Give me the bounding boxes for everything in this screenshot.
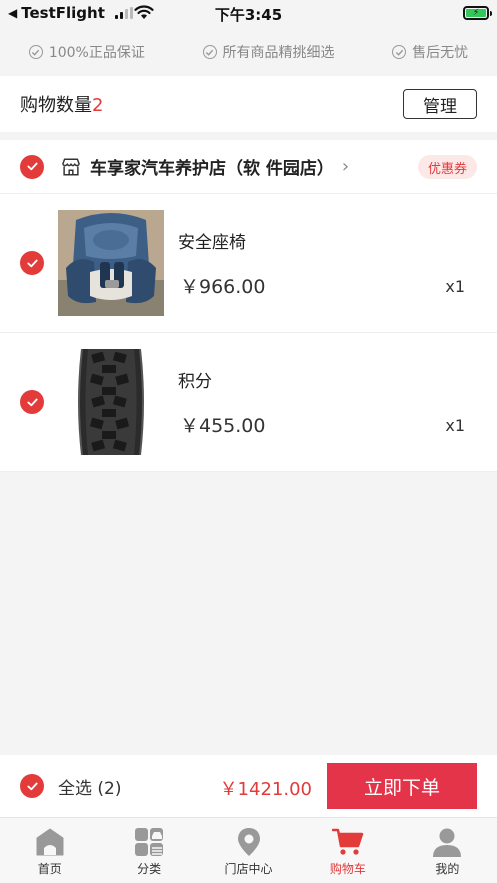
guarantee-label: 100%正品保证 [48, 45, 145, 61]
tab-category[interactable]: 分类 [99, 818, 198, 883]
guarantee-label: 所有商品精挑细选 [222, 45, 335, 61]
check-circle-icon [28, 45, 43, 59]
guarantee-label: 售后无忧 [412, 45, 469, 61]
checkmark-icon [26, 782, 38, 790]
tab-label: 首页 [37, 862, 62, 876]
item-name: 安全座椅 [178, 233, 246, 253]
coupon-button[interactable]: 优惠券 [417, 155, 477, 179]
status-bar: ◀ TestFlight 下午3:45 ⚡ [0, 0, 497, 28]
tab-store-center[interactable]: 门店中心 [199, 818, 298, 883]
place-order-button[interactable]: 立即下单 [327, 763, 477, 809]
store-row[interactable]: 车享家汽车养护店（软 件园店） › 优惠券 [0, 140, 497, 194]
item-quantity: x1 [445, 277, 465, 296]
tab-label: 我的 [435, 862, 460, 876]
guarantee-item: 售后无忧 [392, 42, 468, 62]
item-name: 积分 [178, 372, 212, 392]
tab-label: 分类 [137, 862, 162, 876]
item-info: 积分 ￥455.00 x1 [178, 349, 477, 455]
store-cart-group: 车享家汽车养护店（软 件园店） › 优惠券 安全座椅 ￥966.00 x1 积分… [0, 140, 497, 472]
cart-count: 购物数量2 [20, 91, 103, 117]
tab-bar: 首页 分类 门店中心 购物车 我的 [0, 817, 497, 883]
check-circle-icon [392, 45, 407, 59]
manage-button[interactable]: 管理 [403, 89, 477, 119]
total-price: ￥1421.00 [219, 779, 312, 800]
cart-count-bar: 购物数量2 管理 [0, 76, 497, 132]
store-icon [62, 157, 80, 176]
item-quantity: x1 [445, 416, 465, 435]
location-pin-icon [237, 828, 260, 856]
tab-label: 购物车 [329, 862, 366, 876]
checkout-bar: 全选 (2) ￥1421.00 立即下单 [0, 755, 497, 817]
select-all-label[interactable]: 全选 (2) [58, 774, 121, 799]
car-seat-image[interactable] [58, 210, 164, 316]
cart-item[interactable]: 积分 ￥455.00 x1 [0, 333, 497, 472]
user-icon [433, 828, 462, 857]
category-icon [135, 828, 164, 856]
tire-image[interactable] [58, 349, 164, 455]
store-checkbox[interactable] [20, 154, 44, 179]
item-info: 安全座椅 ￥966.00 x1 [178, 210, 477, 316]
guarantee-strip: 100%正品保证 所有商品精挑细选 售后无忧 [0, 28, 497, 76]
item-price: ￥966.00 [180, 276, 266, 298]
tab-label: 门店中心 [224, 862, 273, 876]
cart-count-label: 购物数量 [20, 95, 92, 116]
tab-home[interactable]: 首页 [0, 818, 99, 883]
cart-icon [331, 828, 364, 855]
checkmark-icon [26, 162, 38, 171]
guarantee-item: 100%正品保证 [28, 42, 145, 62]
tab-cart[interactable]: 购物车 [298, 818, 397, 883]
store-name: 车享家汽车养护店（软 件园店） [90, 159, 334, 179]
clock: 下午3:45 [214, 6, 283, 24]
battery-icon: ⚡ [463, 6, 492, 20]
check-circle-icon [202, 45, 217, 59]
select-all-checkbox[interactable] [20, 774, 44, 798]
cart-item[interactable]: 安全座椅 ￥966.00 x1 [0, 194, 497, 333]
checkmark-icon [26, 398, 38, 406]
item-price: ￥455.00 [180, 415, 266, 437]
home-icon [36, 828, 64, 856]
cart-count-number: 2 [92, 95, 104, 116]
chevron-right-icon: › [341, 156, 350, 177]
item-checkbox[interactable] [20, 251, 44, 275]
tab-profile[interactable]: 我的 [398, 818, 497, 883]
checkmark-icon [26, 259, 38, 267]
item-checkbox[interactable] [20, 390, 44, 414]
guarantee-item: 所有商品精挑细选 [202, 42, 335, 62]
